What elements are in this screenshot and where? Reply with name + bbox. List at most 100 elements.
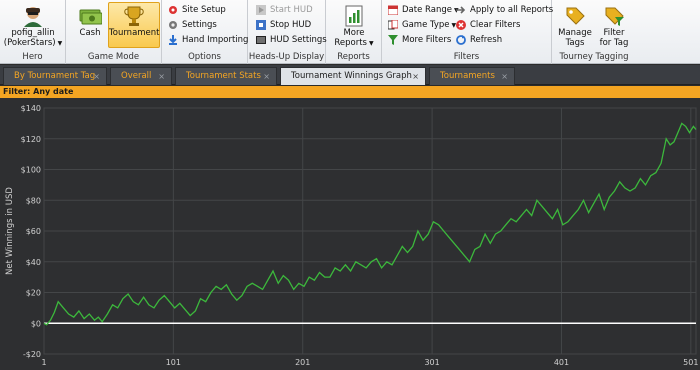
apply-all-icon: [456, 6, 466, 14]
options-group-label: Options: [188, 52, 221, 62]
filter-for-tag-label-1: Filter: [603, 28, 625, 38]
x-tick-label: 401: [554, 358, 569, 367]
manage-tags-label-2: Tags: [565, 38, 585, 48]
apply-to-all-reports-label: Apply to all Reports: [470, 5, 554, 15]
hero-avatar-icon: [24, 7, 42, 27]
clear-filters-button[interactable]: Clear Filters: [456, 18, 520, 32]
y-tick-label: $100: [21, 166, 41, 175]
hud-settings-icon: [256, 36, 266, 44]
filter-text: Filter: Any date: [3, 87, 74, 96]
hand-importing-label: Hand Importing: [182, 35, 249, 45]
y-tick-label: $40: [26, 258, 41, 267]
cards-icon: [388, 20, 398, 30]
y-tick-label: $140: [21, 104, 41, 113]
apply-to-all-reports-button[interactable]: Apply to all Reports: [456, 3, 553, 17]
site-setup-label: Site Setup: [182, 5, 226, 15]
site-setup-button[interactable]: Site Setup: [168, 3, 226, 17]
import-icon: [169, 35, 177, 45]
filters-group-label: Filters: [453, 52, 480, 62]
tournament-button[interactable]: Tournament: [108, 2, 160, 48]
tab-tournaments[interactable]: Tournaments ×: [429, 67, 515, 85]
stop-hud-label: Stop HUD: [270, 20, 312, 30]
active-filter-bar: Filter: Any date: [0, 86, 700, 98]
more-reports-label-2: Reports ▼: [334, 38, 374, 48]
refresh-icon: [456, 35, 466, 45]
y-tick-label: -$20: [23, 350, 41, 359]
tab-label: Tournaments: [440, 71, 495, 81]
date-range-label: Date Range: [402, 5, 452, 15]
manage-tags-button[interactable]: Manage Tags: [556, 2, 594, 48]
filter-for-tag-label-2: for Tag: [599, 38, 629, 48]
x-tick-label: 1: [41, 358, 46, 367]
refresh-button[interactable]: Refresh: [456, 33, 502, 47]
calendar-icon: [388, 5, 398, 15]
filter-icon: [388, 35, 398, 45]
game-type-button[interactable]: Game Type ▼: [388, 18, 456, 32]
date-range-button[interactable]: Date Range ▼: [388, 3, 459, 17]
hud-group-label: Heads-Up Display: [248, 52, 325, 62]
y-tick-label: $0: [31, 319, 41, 328]
close-icon[interactable]: ×: [501, 68, 508, 85]
stop-icon: [256, 20, 266, 30]
game-mode-group-label: Game Mode: [87, 52, 140, 62]
close-icon[interactable]: ×: [93, 68, 100, 85]
x-tick-label: 301: [424, 358, 439, 367]
settings-button[interactable]: Settings: [168, 18, 217, 32]
hero-site: (PokerStars) ▼: [3, 38, 63, 48]
y-tick-label: $80: [26, 196, 41, 205]
hud-group: Start HUD Stop HUD HUD Settings Heads-Up…: [248, 0, 327, 64]
winnings-chart: -$20 $0 $20 $40 $60 $80 $100 $120 $140 1 101 201 30…: [0, 98, 700, 370]
tab-overall[interactable]: Overall ×: [110, 67, 172, 85]
x-tick-label: 201: [295, 358, 310, 367]
hud-settings-label: HUD Settings: [270, 35, 327, 45]
hero-name: pofig_allin: [11, 28, 55, 38]
chevron-down-icon: ▼: [57, 40, 63, 47]
close-icon[interactable]: ×: [412, 68, 419, 85]
more-filters-button[interactable]: More Filters: [388, 33, 451, 47]
trophy-icon: [124, 6, 144, 26]
tab-label: Tournament Winnings Graph: [291, 71, 412, 81]
reports-group: More Reports ▼ Reports: [326, 0, 382, 64]
tab-label: Tournament Stats: [186, 71, 261, 81]
tab-tournament-winnings-graph[interactable]: Tournament Winnings Graph ×: [280, 67, 426, 85]
filters-group: Date Range ▼ Game Type ▼ More Filters Appl…: [382, 0, 553, 64]
cash-button[interactable]: Cash: [72, 2, 108, 48]
reports-group-label: Reports: [337, 52, 370, 62]
tab-label: By Tournament Tag: [14, 71, 96, 81]
y-tick-label: $60: [26, 227, 41, 236]
options-group: Site Setup Settings Hand Importing Optio…: [162, 0, 248, 64]
hero-group-label: Hero: [22, 52, 43, 62]
more-reports-label-1: More: [343, 28, 365, 38]
ribbon-toolbar: pofig_allin (PokerStars) ▼ Hero Cash Tour…: [0, 0, 700, 64]
hud-settings-button[interactable]: HUD Settings: [256, 33, 327, 47]
x-tick-label: 501: [683, 358, 698, 367]
close-icon[interactable]: ×: [158, 68, 165, 85]
manage-tags-label-1: Manage: [558, 28, 592, 38]
tab-tournament-stats[interactable]: Tournament Stats ×: [175, 67, 277, 85]
tourney-tagging-group: Manage Tags Filter for Tag Tourney Taggi…: [552, 0, 636, 64]
filter-for-tag-button[interactable]: Filter for Tag: [594, 2, 634, 48]
tournament-label: Tournament: [109, 28, 160, 38]
reports-icon: [345, 5, 363, 27]
cash-label: Cash: [79, 28, 101, 38]
y-tick-label: $120: [21, 135, 41, 144]
more-reports-button[interactable]: More Reports ▼: [332, 2, 376, 48]
more-filters-label: More Filters: [402, 35, 452, 45]
hand-importing-button[interactable]: Hand Importing: [168, 33, 248, 47]
tab-by-tournament-tag[interactable]: By Tournament Tag ×: [3, 67, 107, 85]
game-mode-group: Cash Tournament Game Mode: [66, 0, 162, 64]
hero-group: pofig_allin (PokerStars) ▼ Hero: [0, 0, 66, 64]
cash-icon: [79, 9, 102, 25]
filter-tag-icon: [605, 7, 624, 26]
settings-label: Settings: [182, 20, 217, 30]
play-icon: [256, 5, 266, 15]
stop-hud-button[interactable]: Stop HUD: [256, 18, 311, 32]
start-hud-button[interactable]: Start HUD: [256, 3, 313, 17]
refresh-label: Refresh: [470, 35, 503, 45]
y-tick-label: $20: [26, 289, 41, 298]
x-tick-label: 101: [166, 358, 181, 367]
hero-selector[interactable]: pofig_allin (PokerStars) ▼: [2, 2, 64, 48]
close-icon[interactable]: ×: [263, 68, 270, 85]
clear-icon: [456, 20, 466, 30]
start-hud-label: Start HUD: [270, 5, 313, 15]
